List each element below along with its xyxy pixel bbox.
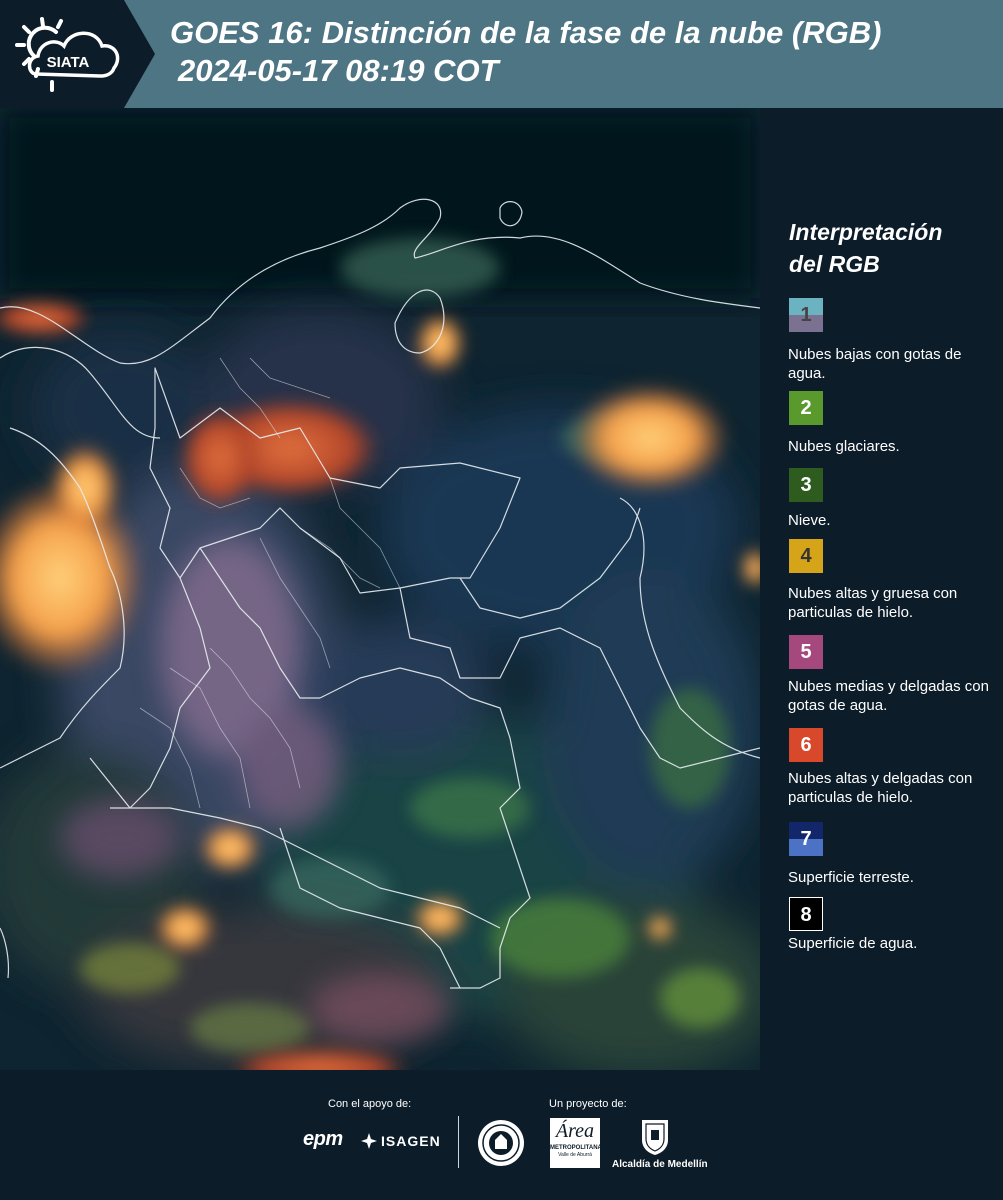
footer: Con el apoyo de: Un proyecto de: epm ISA… xyxy=(0,1070,1003,1200)
legend-number: 8 xyxy=(800,904,812,926)
legend-panel: Interpretación del RGB 1 Nubes bajas con … xyxy=(760,108,1003,1070)
legend-title: Interpretación del RGB xyxy=(789,216,942,280)
legend-number: 2 xyxy=(800,397,812,419)
legend-number: 1 xyxy=(800,304,812,326)
legend-number: 5 xyxy=(800,641,812,663)
legend-swatch-7: 7 xyxy=(789,822,823,856)
sun-cloud-icon: SIATA xyxy=(15,17,120,92)
epm-logo: epm xyxy=(303,1128,343,1150)
project-label: Un proyecto de: xyxy=(549,1098,627,1110)
legend-swatch-8: 8 xyxy=(789,897,823,931)
legend-label-8: Superficie de agua. xyxy=(788,935,918,952)
support-label: Con el apoyo de: xyxy=(328,1098,412,1110)
legend-number: 4 xyxy=(800,545,812,567)
legend-swatch-4: 4 xyxy=(789,539,823,573)
legend-label-4: Nubes altas y gruesa con particulas de h… xyxy=(788,585,958,621)
title-line-1: GOES 16: Distinción de la fase de la nub… xyxy=(170,15,882,50)
legend-title-line-1: Interpretación xyxy=(789,219,943,245)
logo-text: SIATA xyxy=(47,54,90,71)
legend-title-line-2: del RGB xyxy=(789,251,880,277)
legend-label-1: Nubes bajas con gotas de agua. xyxy=(788,346,962,382)
isagen-text: ISAGEN xyxy=(381,1133,441,1149)
legend-number: 7 xyxy=(800,828,812,850)
siata-logo: SIATA xyxy=(0,0,155,108)
legend-swatch-6: 6 xyxy=(789,728,823,762)
legend-label-3: Nieve. xyxy=(788,512,831,529)
legend-swatch-5: 5 xyxy=(789,635,823,669)
area-logo-main: Área xyxy=(555,1120,595,1142)
legend-swatch-1: 1 xyxy=(789,298,823,332)
satellite-map xyxy=(0,108,760,1070)
alcaldia-shield-logo xyxy=(640,1118,670,1161)
area-logo-sub2: Valle de Aburrá xyxy=(558,1152,592,1158)
seal-icon xyxy=(478,1120,524,1166)
legend-number: 6 xyxy=(800,734,812,756)
page-title: GOES 16: Distinción de la fase de la nub… xyxy=(170,14,990,90)
legend-swatch-3: 3 xyxy=(789,468,823,502)
alcaldia-text: Alcaldía de Medellín xyxy=(612,1159,708,1170)
title-line-2: 2024-05-17 08:19 COT xyxy=(178,53,499,88)
area-logo-sub1: METROPOLITANA xyxy=(550,1145,602,1151)
shield-icon xyxy=(642,1120,668,1155)
isagen-logo: ISAGEN xyxy=(360,1132,441,1150)
legend-swatch-2: 2 xyxy=(789,391,823,425)
legend-number: 3 xyxy=(800,474,812,496)
isagen-star-icon xyxy=(361,1133,377,1149)
footer-divider xyxy=(458,1116,459,1168)
legend-label-5: Nubes medias y delgadas con gotas de agu… xyxy=(788,678,989,714)
rgb-satellite-image xyxy=(0,108,760,1070)
legend-label-2: Nubes glaciares. xyxy=(788,438,900,455)
area-metropolitana-logo: Área METROPOLITANA Valle de Aburrá xyxy=(550,1118,602,1168)
legend-label-6: Nubes altas y delgadas con particulas de… xyxy=(788,770,973,806)
header: SIATA GOES 16: Distinción de la fase de … xyxy=(0,0,1003,108)
legend-label-7: Superficie terreste. xyxy=(788,869,914,886)
medellin-seal-logo xyxy=(476,1118,526,1173)
